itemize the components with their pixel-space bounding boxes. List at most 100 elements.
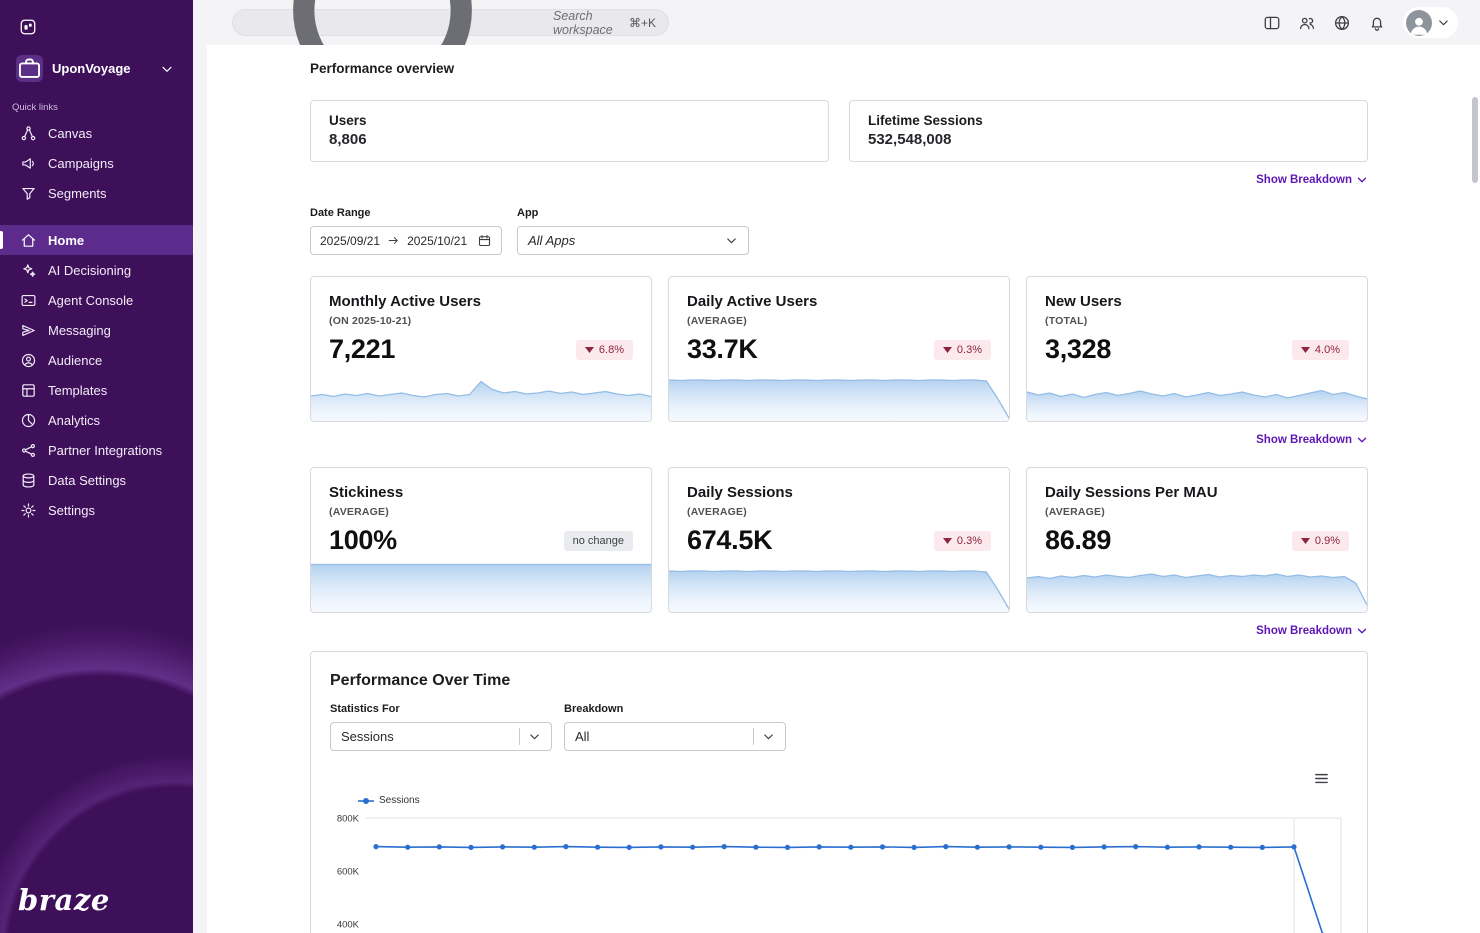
metric-subtitle: (AVERAGE) (1045, 506, 1349, 518)
chevron-down-icon (1356, 625, 1368, 637)
search-shortcut: ⌘+K (629, 16, 656, 30)
home-icon (20, 232, 37, 249)
canvas-icon (20, 125, 37, 142)
sidebar-item-label: Templates (48, 383, 107, 398)
sidebar-item-analytics[interactable]: Analytics (0, 405, 193, 435)
page-title: Performance overview (310, 61, 1368, 76)
side-panel-icon[interactable] (1263, 14, 1281, 32)
agent-console-icon (20, 292, 37, 309)
main-nav: Home AI Decisioning Agent Console Messaging… (0, 225, 193, 525)
metric-card-daily-sessions: Daily Sessions(AVERAGE)674.5K0.3% (668, 467, 1010, 613)
sidebar-item-label: Audience (48, 353, 102, 368)
globe-icon[interactable] (1333, 14, 1351, 32)
sidebar-item-settings[interactable]: Settings (0, 495, 193, 525)
triangle-down-icon (585, 347, 594, 353)
chevron-down-icon (724, 233, 739, 248)
show-breakdown-label: Show Breakdown (1256, 174, 1352, 186)
sidebar-item-messaging[interactable]: Messaging (0, 315, 193, 345)
sparkline-chart (311, 562, 651, 612)
legend-marker-icon (358, 796, 374, 806)
briefcase-icon (16, 55, 43, 82)
sidebar-item-label: Settings (48, 503, 95, 518)
partner-integrations-icon (20, 442, 37, 459)
app-select[interactable]: All Apps (517, 226, 749, 255)
metric-title: Daily Sessions (687, 484, 991, 501)
sidebar-item-label: Partner Integrations (48, 443, 162, 458)
sidebar-item-partner-integrations[interactable]: Partner Integrations (0, 435, 193, 465)
metric-value: 33.7K (687, 334, 758, 365)
date-range-label: Date Range (310, 207, 502, 219)
show-breakdown-link[interactable]: Show Breakdown (1256, 174, 1368, 186)
chart-legend[interactable]: Sessions (358, 795, 1348, 806)
sidebar-item-templates[interactable]: Templates (0, 375, 193, 405)
messaging-icon (20, 322, 37, 339)
metric-title: Monthly Active Users (329, 293, 633, 310)
sidebar-item-campaigns[interactable]: Campaigns (0, 148, 193, 178)
show-breakdown-label: Show Breakdown (1256, 434, 1352, 446)
sidebar-item-agent-console[interactable]: Agent Console (0, 285, 193, 315)
show-breakdown-label: Show Breakdown (1256, 625, 1352, 637)
metric-subtitle: (TOTAL) (1045, 315, 1349, 327)
metric-title: Stickiness (329, 484, 633, 501)
show-breakdown-link[interactable]: Show Breakdown (1256, 434, 1368, 446)
chart-menu-icon[interactable] (1313, 770, 1330, 787)
scrollbar-thumb[interactable] (1472, 97, 1478, 183)
search-input[interactable]: Search workspace ⌘+K (232, 9, 669, 36)
date-range-picker[interactable]: 2025/09/21 2025/10/21 (310, 226, 502, 255)
svg-text:600K: 600K (337, 867, 360, 878)
metric-value: 100% (329, 525, 397, 556)
stat-card: Users 8,806 (310, 100, 829, 162)
stat-row: Users8,806Lifetime Sessions532,548,008 (310, 100, 1368, 162)
workspace-switcher[interactable]: UponVoyage (10, 50, 183, 87)
sidebar-item-label: AI Decisioning (48, 263, 131, 278)
people-icon[interactable] (1298, 14, 1316, 32)
stat-value: 8,806 (329, 131, 810, 148)
delta-badge: 0.9% (1292, 531, 1349, 551)
sparkline (669, 371, 1009, 421)
chevron-down-icon (761, 729, 776, 744)
metric-row-2: Stickiness(AVERAGE)100%no changeDaily Se… (310, 467, 1368, 613)
notifications-bell-icon[interactable] (1368, 14, 1386, 32)
segments-icon (20, 185, 37, 202)
main-column: Search workspace ⌘+K Performance overvie… (193, 0, 1480, 933)
sparkline (1027, 371, 1367, 421)
workspace-name: UponVoyage (52, 61, 150, 76)
select-divider (519, 728, 520, 745)
analytics-icon (20, 412, 37, 429)
content-area: Performance overview Users8,806Lifetime … (207, 45, 1480, 933)
sidebar-item-data-settings[interactable]: Data Settings (0, 465, 193, 495)
data-settings-icon (20, 472, 37, 489)
breakdown-filter: Breakdown All (564, 703, 786, 751)
metric-title: Daily Active Users (687, 293, 991, 310)
statistics-for-select[interactable]: Sessions (330, 722, 552, 751)
sidebar-item-canvas[interactable]: Canvas (0, 118, 193, 148)
quick-links-label: Quick links (12, 102, 193, 113)
sidebar-item-audience[interactable]: Audience (0, 345, 193, 375)
triangle-down-icon (943, 347, 952, 353)
avatar (1406, 10, 1432, 36)
sidebar-item-ai-decisioning[interactable]: AI Decisioning (0, 255, 193, 285)
campaigns-icon (20, 155, 37, 172)
metric-value: 674.5K (687, 525, 772, 556)
braze-logo: braze (18, 883, 110, 917)
date-range-filter: Date Range 2025/09/21 2025/10/21 (310, 207, 502, 255)
sidebar-item-label: Agent Console (48, 293, 133, 308)
sidebar-item-segments[interactable]: Segments (0, 178, 193, 208)
performance-over-time-title: Performance Over Time (330, 672, 1348, 690)
breakdown-select[interactable]: All (564, 722, 786, 751)
metric-value: 3,328 (1045, 334, 1111, 365)
braze-mark-icon[interactable] (19, 18, 37, 36)
sparkline-chart (669, 371, 1009, 421)
metric-card-daily-active-users: Daily Active Users(AVERAGE)33.7K0.3% (668, 276, 1010, 422)
sidebar-item-label: Canvas (48, 126, 92, 141)
legend-label: Sessions (379, 795, 420, 806)
show-breakdown-link[interactable]: Show Breakdown (1256, 625, 1368, 637)
statistics-for-label: Statistics For (330, 703, 552, 715)
metric-card-new-users: New Users(TOTAL)3,3284.0% (1026, 276, 1368, 422)
sidebar-item-home[interactable]: Home (0, 225, 193, 255)
sidebar-item-label: Analytics (48, 413, 100, 428)
account-menu[interactable] (1403, 7, 1458, 38)
templates-icon (20, 382, 37, 399)
sparkline-chart (311, 371, 651, 421)
stat-label: Users (329, 113, 810, 128)
